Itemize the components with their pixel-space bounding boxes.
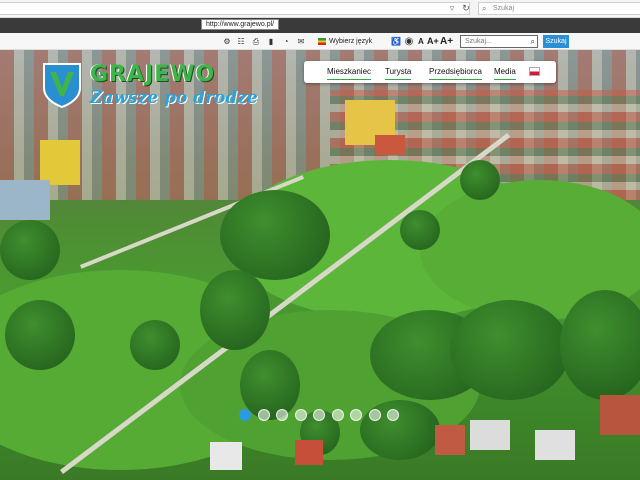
url-tooltip: http://www.grajewo.pl/ <box>201 19 280 30</box>
flag-icon <box>318 37 326 45</box>
slider-dot[interactable] <box>276 409 288 421</box>
contrast-eye-icon[interactable]: ◉ <box>404 36 414 47</box>
wheelchair-icon[interactable]: ♿ <box>391 36 401 47</box>
polish-flag-icon[interactable] <box>529 67 540 76</box>
search-button[interactable]: Szukaj <box>543 35 569 48</box>
slider-dot[interactable] <box>313 409 325 421</box>
building <box>210 442 242 470</box>
nav-item-turysta[interactable]: Turysta <box>385 66 412 80</box>
building <box>40 140 80 185</box>
slider-dot[interactable] <box>387 409 399 421</box>
mail-icon[interactable]: ✉ <box>296 36 306 47</box>
print-icon[interactable]: ⎙ <box>251 36 261 47</box>
tree-cluster <box>5 300 75 370</box>
tree-cluster <box>0 220 60 280</box>
search-icon: ⌕ <box>482 4 487 13</box>
tree-cluster <box>460 160 500 200</box>
browser-search-placeholder: Szukaj <box>493 5 515 12</box>
browser-search-input[interactable]: ⌕ Szukaj <box>478 2 640 15</box>
sitemap-icon[interactable]: ☷ <box>236 36 246 47</box>
site-title[interactable]: GRAJEWO <box>90 62 215 87</box>
tree-cluster <box>200 270 270 350</box>
accessibility-icon[interactable]: ⚙ <box>222 36 232 47</box>
font-size-largest[interactable]: A+ <box>440 36 453 47</box>
site-toolbar: ⚙ ☷ ⎙ ▮ ◔ ✉ Wybierz język ♿ ◉ A A+ A+ Sz… <box>0 33 640 50</box>
slider-dot[interactable] <box>350 409 362 421</box>
font-size-larger[interactable]: A+ <box>427 36 439 47</box>
tree-cluster <box>450 300 570 400</box>
browser-toolbar: ▿ ↻ ⌕ Szukaj <box>0 0 640 18</box>
reload-icon[interactable]: ↻ <box>460 3 472 14</box>
building <box>535 430 575 460</box>
building <box>375 135 405 155</box>
address-bar[interactable] <box>0 2 470 15</box>
tree-cluster <box>130 320 180 370</box>
building <box>600 395 640 435</box>
building <box>435 425 465 455</box>
site-slogan: Zawsze po drodze <box>90 88 258 108</box>
document-icon[interactable]: ▮ <box>266 36 276 47</box>
tree-cluster <box>220 190 330 280</box>
language-selector[interactable]: Wybierz język <box>318 36 372 47</box>
nav-item-przedsiebiorca[interactable]: Przedsiębiorca <box>429 66 482 80</box>
tree-cluster <box>240 350 300 420</box>
slider-dot[interactable] <box>257 409 270 421</box>
rss-icon[interactable]: ◔ <box>281 36 291 47</box>
nav-item-mieszkaniec[interactable]: Mieszkaniec <box>327 66 372 80</box>
tree-cluster <box>560 290 640 400</box>
site-search-input[interactable]: Szukaj... ⌕ <box>460 35 538 48</box>
building <box>470 420 510 450</box>
building <box>0 180 50 220</box>
nav-item-media[interactable]: Media <box>494 66 516 80</box>
language-label: Wybierz język <box>329 38 373 45</box>
slider-dot[interactable] <box>239 409 251 421</box>
main-nav: Mieszkaniec Turysta Przedsiębiorca Media <box>304 61 556 83</box>
slider-dot[interactable] <box>294 409 307 421</box>
slider-dot[interactable] <box>368 409 381 421</box>
search-icon[interactable]: ⌕ <box>531 36 535 47</box>
building <box>295 440 323 465</box>
site-search-placeholder: Szukaj... <box>465 38 492 45</box>
tree-cluster <box>400 210 440 250</box>
browser-tab-strip <box>0 18 640 33</box>
font-size-normal[interactable]: A <box>418 36 424 47</box>
dropdown-icon[interactable]: ▿ <box>446 3 458 14</box>
slider-dot[interactable] <box>331 409 344 421</box>
coat-of-arms-logo[interactable] <box>42 62 82 108</box>
